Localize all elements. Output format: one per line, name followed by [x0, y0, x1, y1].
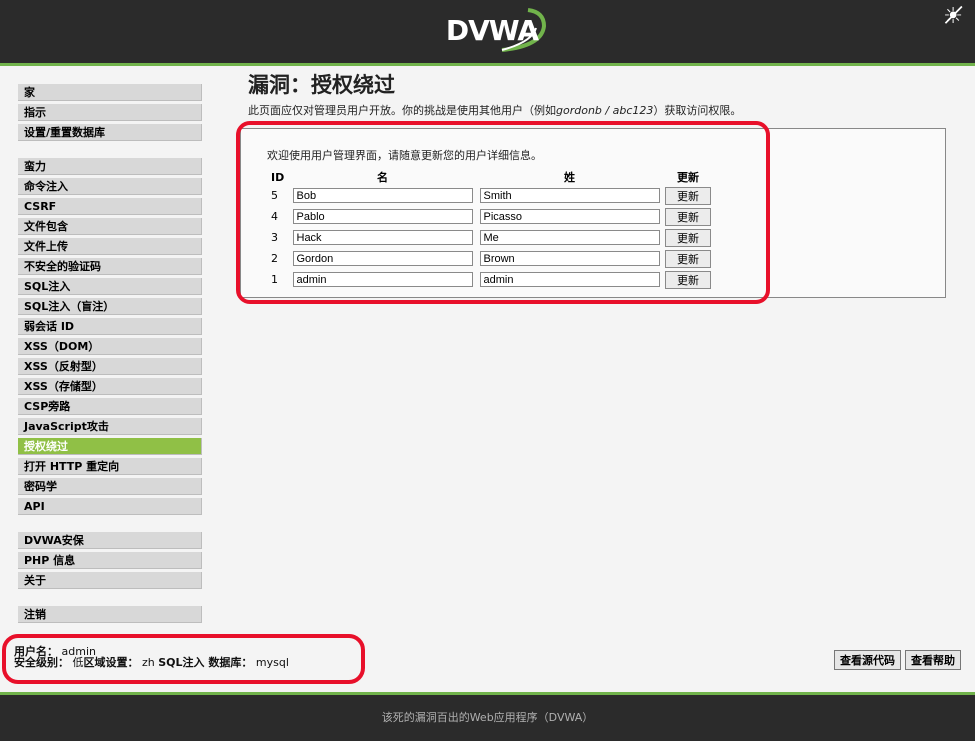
user-id: 5	[271, 189, 278, 202]
user-id: 1	[271, 273, 278, 286]
update-button[interactable]: 更新	[665, 207, 711, 226]
first-name-input[interactable]	[292, 251, 473, 266]
first-name-input[interactable]	[292, 188, 473, 203]
update-cell: 更新	[663, 206, 713, 227]
sidebar-item[interactable]: 关于	[18, 572, 202, 589]
dvwa-logo[interactable]: DVWA	[432, 6, 552, 56]
sidebar-item[interactable]: 打开 HTTP 重定向	[18, 458, 202, 475]
sidebar-item[interactable]: CSRF	[18, 198, 202, 215]
sidebar-item[interactable]: 命令注入	[18, 178, 202, 195]
page-title: 漏洞：授权绕过	[248, 73, 395, 97]
user-management-panel: 欢迎使用用户管理界面，请随意更新您的用户详细信息。 ID 名 姓 更新 5更新4…	[240, 128, 946, 298]
user-id: 4	[271, 210, 278, 223]
sidebar-item[interactable]: 蛮力	[18, 158, 202, 175]
first-name-input[interactable]	[292, 272, 473, 287]
sidebar-item[interactable]: 授权绕过	[18, 438, 202, 455]
user-id: 3	[271, 231, 278, 244]
intro-prefix: 此页面应仅对管理员用户开放。你的挑战是使用其他用户（例如	[248, 104, 556, 117]
first-name-cell	[289, 206, 476, 227]
first-name-cell	[289, 227, 476, 248]
update-cell: 更新	[663, 248, 713, 269]
last-name-cell	[476, 206, 663, 227]
sidebar-menu: 家指示设置/重置数据库 蛮力命令注入 CSRF 文件包含文件上传不安全的验证码 SQL注…	[18, 84, 202, 626]
sidebar-item[interactable]: 不安全的验证码	[18, 258, 202, 275]
table-row: 3 更新	[271, 227, 713, 248]
first-name-input[interactable]	[292, 230, 473, 245]
last-name-input[interactable]	[479, 272, 660, 287]
sidebar-item[interactable]: XSS（反射型）	[18, 358, 202, 375]
sidebar-item[interactable]: 文件上传	[18, 238, 202, 255]
sidebar-item[interactable]: XSS（存储型）	[18, 378, 202, 395]
sqli-db-value: mysql	[255, 656, 289, 669]
logo-text: DVWA	[445, 14, 539, 47]
sidebar-item[interactable]: SQL注入	[18, 278, 202, 295]
page-intro: 此页面应仅对管理员用户开放。你的挑战是使用其他用户（例如gordonb / ab…	[248, 102, 958, 118]
header-update: 更新	[677, 171, 699, 184]
security-value: 低	[72, 656, 84, 669]
last-name-input[interactable]	[479, 188, 660, 203]
sidebar-item[interactable]: 弱会话 ID	[18, 318, 202, 335]
update-cell: 更新	[663, 227, 713, 248]
sidebar-item[interactable]: PHP 信息	[18, 552, 202, 569]
last-name-input[interactable]	[479, 251, 660, 266]
first-name-cell	[289, 248, 476, 269]
first-name-cell	[289, 269, 476, 290]
locale-label: 区域设置：	[83, 656, 139, 669]
source-help-buttons: 查看源代码 查看帮助	[834, 650, 961, 670]
user-id: 2	[271, 252, 278, 265]
intro-suffix: ）获取访问权限。	[653, 104, 742, 117]
security-label: 安全级别：	[14, 656, 69, 669]
last-name-cell	[476, 269, 663, 290]
update-button[interactable]: 更新	[665, 249, 711, 268]
table-header-row: ID 名 姓 更新	[271, 169, 713, 185]
last-name-cell	[476, 227, 663, 248]
view-help-button[interactable]: 查看帮助	[905, 650, 961, 670]
header: DVWA ☀̸	[0, 0, 975, 66]
table-row: 1 更新	[271, 269, 713, 290]
sidebar-item[interactable]: CSP旁路	[18, 398, 202, 415]
update-button[interactable]: 更新	[665, 228, 711, 247]
last-name-input[interactable]	[479, 230, 660, 245]
last-name-cell	[476, 185, 663, 206]
first-name-cell	[289, 185, 476, 206]
sidebar-item[interactable]: 文件包含	[18, 218, 202, 235]
last-name-input[interactable]	[479, 209, 660, 224]
table-row: 4 更新	[271, 206, 713, 227]
sidebar-item[interactable]: JavaScript攻击	[18, 418, 202, 435]
sidebar-item[interactable]: XSS（DOM）	[18, 338, 202, 355]
first-name-input[interactable]	[292, 209, 473, 224]
user-table: ID 名 姓 更新 5 更新 4 更新 3 更新 2 更新 1 更新	[271, 169, 713, 290]
sidebar-item[interactable]: 密码学	[18, 478, 202, 495]
main-content: 漏洞：授权绕过 此页面应仅对管理员用户开放。你的挑战是使用其他用户（例如gord…	[248, 70, 958, 118]
update-button[interactable]: 更新	[665, 270, 711, 289]
status-info: 用户名： admin 安全级别： 低区域设置： zh SQL注入 数据库： my…	[14, 646, 289, 668]
last-name-cell	[476, 248, 663, 269]
sidebar-item[interactable]: API	[18, 498, 202, 515]
view-source-button[interactable]: 查看源代码	[834, 650, 901, 670]
update-button[interactable]: 更新	[665, 186, 711, 205]
table-row: 5 更新	[271, 185, 713, 206]
sidebar-item[interactable]: 指示	[18, 104, 202, 121]
intro-example-credentials: gordonb / abc123	[556, 104, 654, 117]
update-cell: 更新	[663, 269, 713, 290]
sqli-db-label: SQL注入 数据库：	[158, 656, 253, 669]
sidebar-item[interactable]: DVWA安保	[18, 532, 202, 549]
welcome-text: 欢迎使用用户管理界面，请随意更新您的用户详细信息。	[267, 149, 542, 162]
update-cell: 更新	[663, 185, 713, 206]
light-dark-toggle-icon[interactable]: ☀̸	[943, 4, 963, 29]
sidebar-item[interactable]: 家	[18, 84, 202, 101]
header-last-name: 姓	[564, 171, 575, 184]
header-first-name: 名	[377, 171, 388, 184]
sidebar-item[interactable]: 设置/重置数据库	[18, 124, 202, 141]
sidebar-item[interactable]: SQL注入（盲注）	[18, 298, 202, 315]
sidebar-item[interactable]: 注销	[18, 606, 202, 623]
table-row: 2 更新	[271, 248, 713, 269]
locale-value: zh	[142, 656, 155, 669]
header-id: ID	[271, 170, 285, 184]
footer: 该死的漏洞百出的Web应用程序（DVWA）	[0, 692, 975, 741]
footer-text: 该死的漏洞百出的Web应用程序（DVWA）	[381, 711, 594, 724]
